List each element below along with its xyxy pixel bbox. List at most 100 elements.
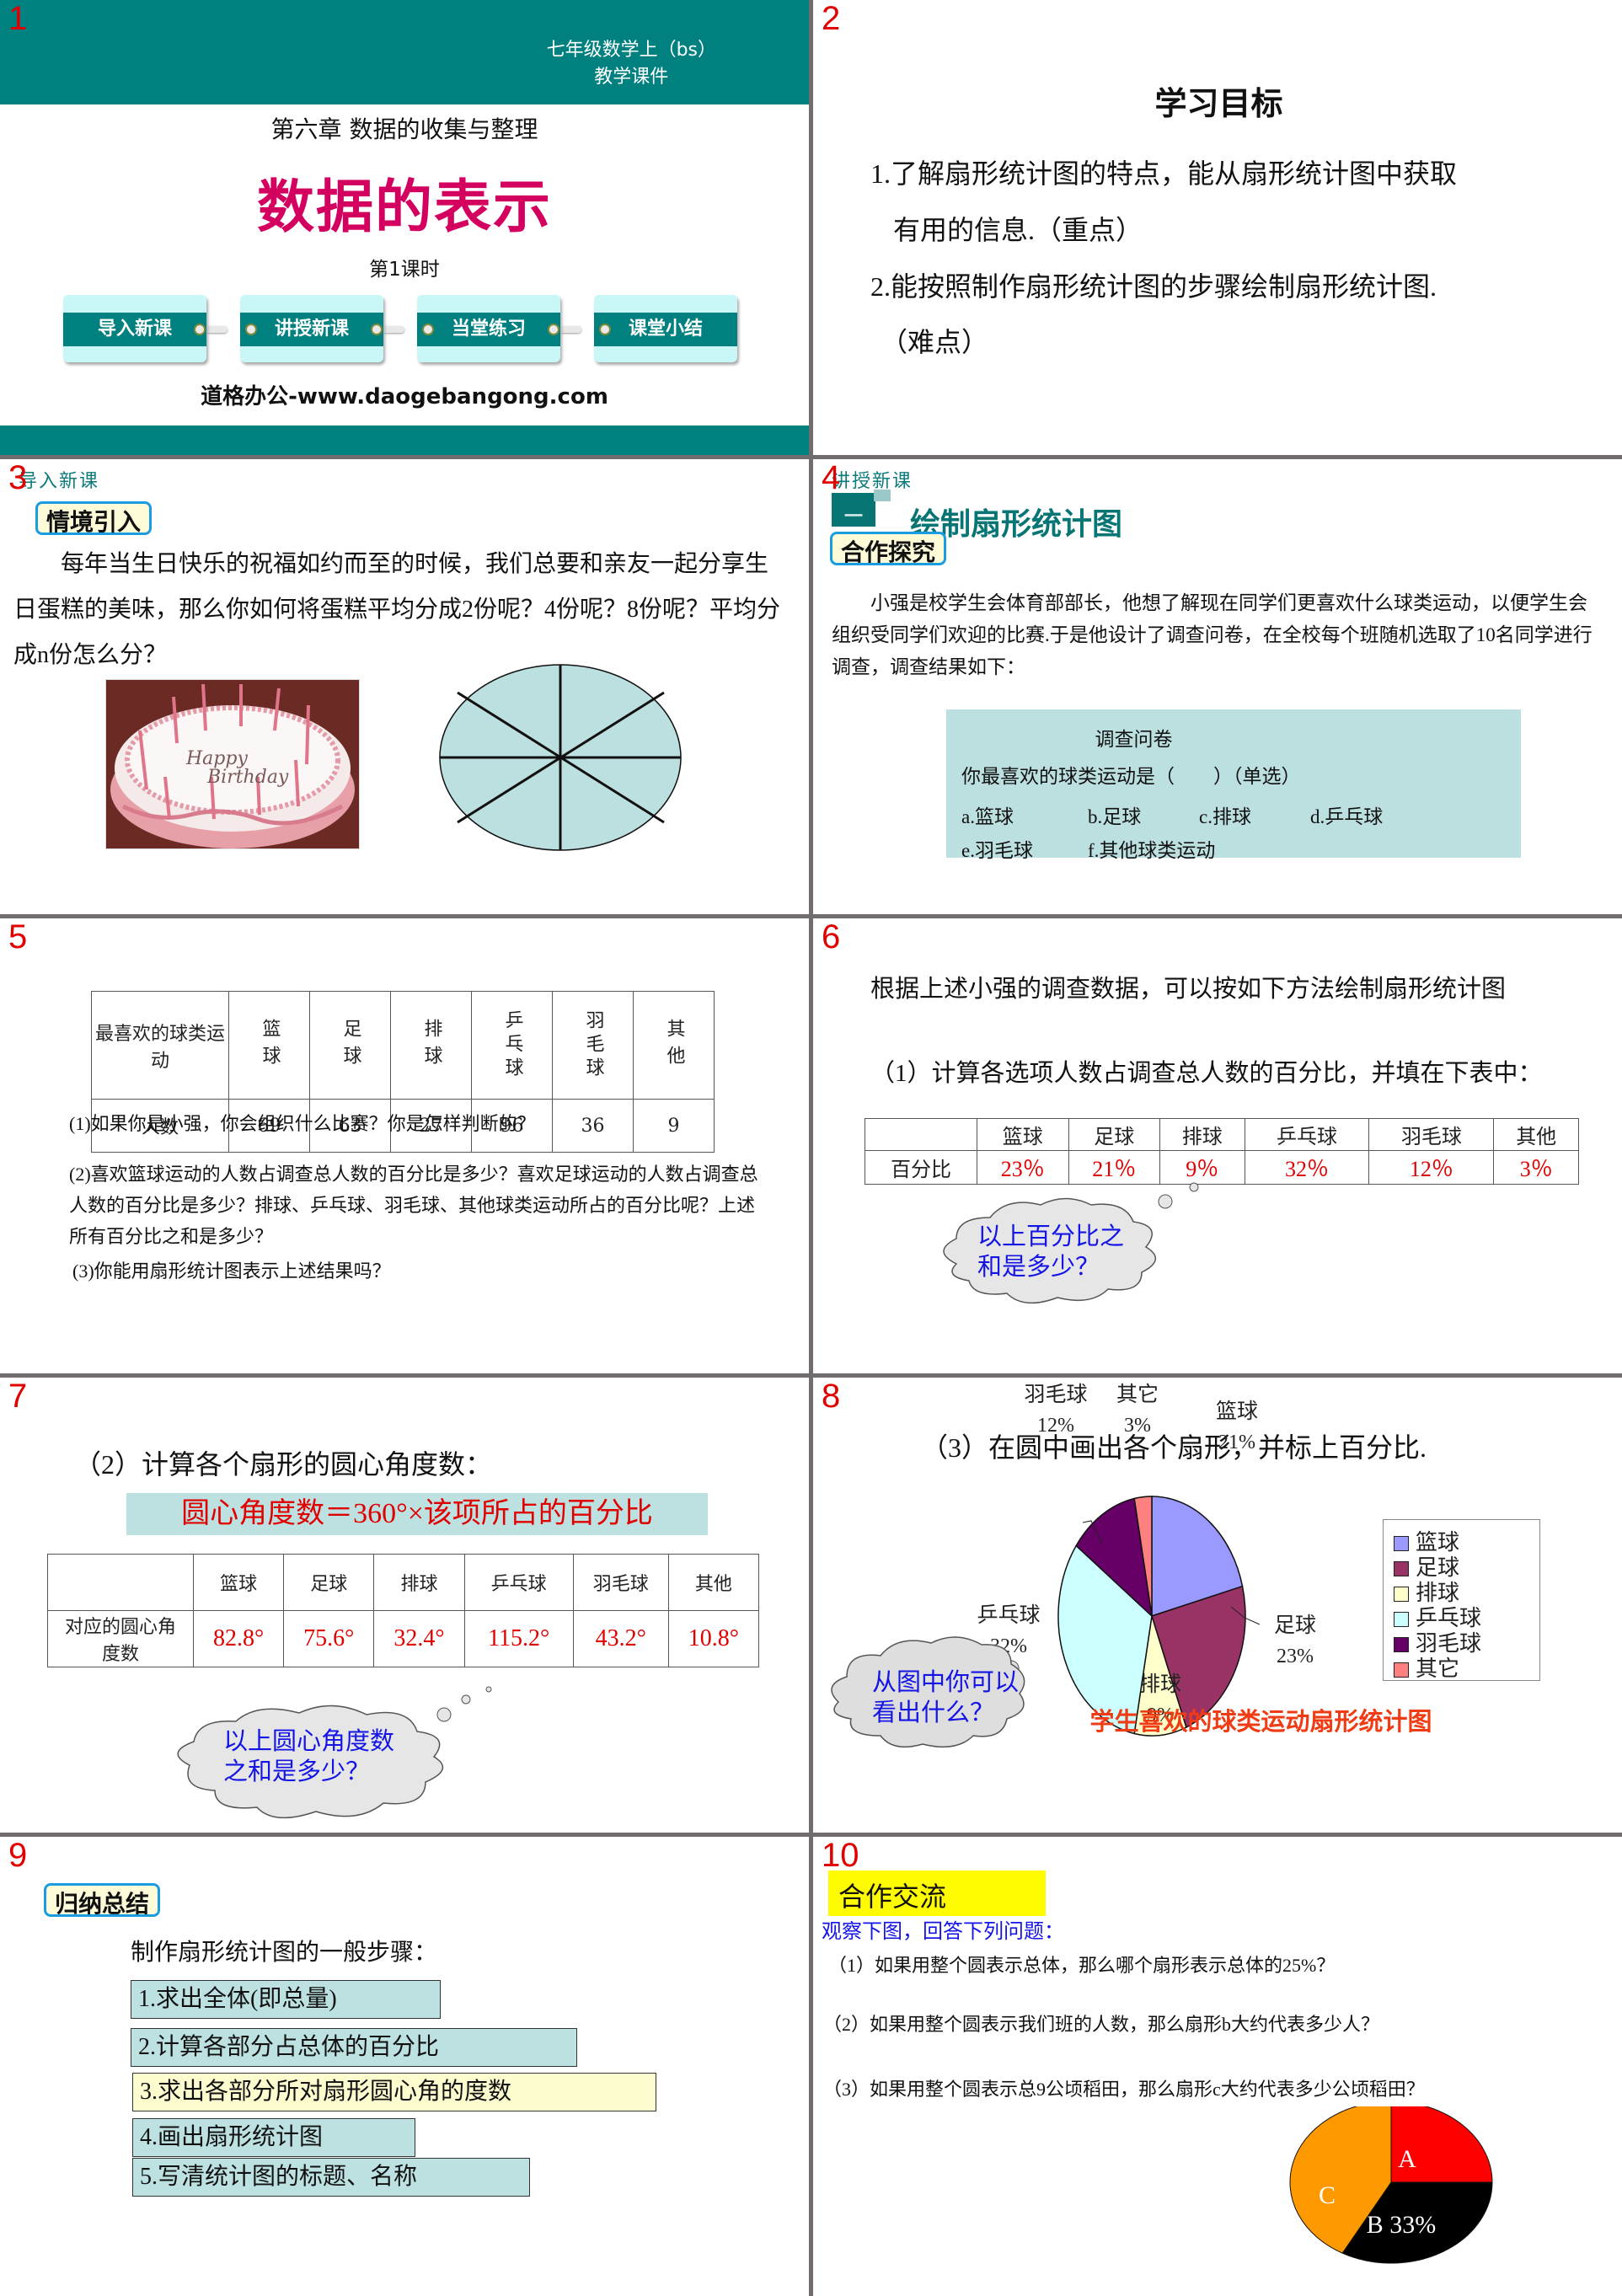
pie-chart-abc: A B 33% C: [1289, 2106, 1493, 2264]
table-header-cell: 篮球: [977, 1118, 1069, 1151]
nav-button-teach[interactable]: 讲授新课: [240, 295, 383, 362]
lesson-title: 数据的表示: [256, 174, 552, 241]
survey-question: 你最喜欢的球类运动是（ ）（单选）: [961, 766, 1301, 787]
thought-cloud: 从图中你可以 看出什么？: [822, 1618, 1091, 1769]
legend-swatch: [1394, 1612, 1409, 1627]
slide-7[interactable]: 7 （2）计算各个扇形的圆心角度数： 圆心角度数＝360°×该项所占的百分比 篮…: [0, 1378, 809, 1833]
legend-swatch: [1394, 1587, 1409, 1602]
step-item: 2.计算各部分占总体的百分比: [131, 2028, 577, 2067]
percent-cell: 32％: [1244, 1150, 1370, 1185]
slide-1[interactable]: 1 七年级数学上（bs） 教学课件 第六章 数据的收集与整理 数据的表示 第1课…: [0, 0, 809, 455]
pie-category-label: 其它: [1116, 1382, 1159, 1406]
slide-6[interactable]: 6 根据上述小强的调查数据，可以按如下方法绘制扇形统计图 （1）计算各选项人数占…: [813, 918, 1622, 1373]
divided-circle-diagram: [439, 664, 682, 851]
step-item: 5.写清统计图的标题、名称: [132, 2158, 530, 2197]
slide-number: 8: [822, 1378, 841, 1415]
legend-swatch: [1394, 1561, 1409, 1576]
slide-number: 7: [8, 1378, 28, 1415]
slide-number: 3: [8, 459, 28, 496]
thought-cloud: 以上百分比之 和是多少？: [931, 1171, 1218, 1323]
birthday-cake-image: Happy Birthday: [105, 679, 360, 849]
angle-cell: 32.4°: [373, 1610, 465, 1667]
pie-category-label: 篮球: [1216, 1399, 1258, 1423]
table-header-cell: 乒乓球: [463, 1554, 574, 1611]
question-3: （3）如果用整个圆表示总9公顷稻田，那么扇形c大约代表多少公顷稻田？: [823, 2079, 1425, 2100]
question-3: (3)你能用扇形统计图表示上述结果吗？: [72, 1260, 391, 1282]
connector-dot: [548, 324, 559, 335]
slide-9[interactable]: 9 归纳总结 制作扇形统计图的一般步骤： 1.求出全体(即总量) 2.计算各部分…: [0, 1837, 809, 2296]
step-line: （2）计算各个扇形的圆心角度数：: [74, 1449, 493, 1480]
pie-label: A: [1398, 2145, 1416, 2173]
nav-button-summary[interactable]: 课堂小结: [594, 295, 737, 362]
chart-legend: 篮球 足球 排球 乒乓球 羽毛球 其它: [1383, 1519, 1540, 1682]
survey-option: f.其他球类运动: [1088, 840, 1216, 861]
footer-band: [0, 425, 809, 455]
table-header-cell: 其他: [1493, 1118, 1579, 1151]
slide-number: 4: [822, 459, 841, 496]
slide-number: 5: [8, 918, 28, 955]
slide-8[interactable]: 8 （3）在圆中画出各个扇形，并标上百分比. 篮球 21% 足球 23% 排球 9% 乒乓球…: [813, 1378, 1622, 1833]
chart-title: 学生喜欢的球类运动扇形统计图: [1089, 1707, 1432, 1736]
angle-cell: 43.2°: [572, 1610, 669, 1667]
survey-option: a.篮球: [961, 806, 1014, 827]
survey-title: 调查问卷: [1095, 729, 1173, 750]
section-heading: 合作交流: [828, 1871, 1046, 1916]
nav-button-intro[interactable]: 导入新课: [63, 295, 206, 362]
connector-dot: [194, 324, 206, 335]
slide-5[interactable]: 5 最喜欢的球类运动 篮球 足球 排球 乒乓球 羽毛球 其他 人数 69 63 …: [0, 918, 809, 1373]
table-header-cell: 篮球: [192, 1554, 285, 1611]
pie-percent-label: 3%: [1124, 1415, 1151, 1437]
table-header-cell: 排球: [1159, 1118, 1245, 1151]
slide-4[interactable]: 4 讲授新课 一 绘制扇形统计图 合作探究 小强是校学生会体育部部长，他想了解现…: [813, 459, 1622, 914]
slide-number: 10: [822, 1837, 859, 1874]
table-header-cell: 其他: [633, 991, 715, 1100]
survey-option: b.足球: [1088, 806, 1142, 827]
grade-label: 七年级数学上（bs） 教学课件: [547, 37, 716, 91]
tag-label: 情境引入: [35, 501, 153, 536]
tag-label: 归纳总结: [44, 1883, 161, 1918]
cloud-text-line2: 之和是多少？: [223, 1757, 371, 1785]
connector-dot: [422, 324, 434, 335]
survey-option: c.排球: [1199, 806, 1251, 827]
angle-cell: 82.8°: [192, 1610, 285, 1667]
slide-10[interactable]: 10 合作交流 观察下图，回答下列问题： （1）如果用整个圆表示总体，那么哪个扇…: [813, 1837, 1622, 2296]
cake-text: Birthday: [206, 767, 289, 788]
cloud-text-line2: 和是多少？: [977, 1252, 1100, 1281]
percent-cell: 3％: [1493, 1150, 1579, 1185]
slide-3[interactable]: 3 导入新课 情境引入 每年当生日快乐的祝福如约而至的时候，我们总要和亲友一起分…: [0, 459, 809, 914]
table-header-row: 最喜欢的球类运动 篮球 足球 排球 乒乓球 羽毛球 其他: [91, 991, 715, 1100]
cloud-text-line1: 以上百分比之: [977, 1222, 1125, 1250]
question-2: （2）如果用整个圆表示我们班的人数，那么扇形b大约代表多少人？: [823, 2014, 1380, 2035]
goal-2-cont: （难点）: [881, 327, 989, 357]
step-item-highlighted: 3.求出各部分所对扇形圆心角的度数: [132, 2073, 656, 2111]
table-header-cell: 羽毛球: [572, 1554, 669, 1611]
step-line: （1）计算各选项人数占调查总人数的百分比，并填在下表中：: [870, 1060, 1543, 1087]
nav-button-practice[interactable]: 当堂练习: [417, 295, 560, 362]
connector-dot: [599, 324, 611, 335]
question-1: (1)如果你是小强，你会组织什么比赛？你是怎样判断的？: [69, 1113, 536, 1134]
pie-category-label: 排球: [1139, 1672, 1181, 1696]
table-header-cell: 乒乓球: [471, 991, 553, 1100]
pie-category-label: 足球: [1274, 1613, 1316, 1637]
intro-paragraph: 小强是校学生会体育部部长，他想了解现在同学们更喜欢什么球类运动，以便学生会组织受…: [832, 592, 1593, 677]
instruction-line: 根据上述小强的调查数据，可以按如下方法绘制扇形统计图: [870, 976, 1507, 1003]
angle-cell: 10.8°: [667, 1610, 760, 1667]
section-number: 一: [843, 506, 863, 527]
slide-2[interactable]: 2 学习目标 1.了解扇形统计图的特点，能从扇形统计图中获取 有用的信息.（重点…: [813, 0, 1622, 455]
slide-number: 2: [822, 0, 841, 37]
pie-percent-label: 12%: [1037, 1415, 1074, 1437]
legend-swatch: [1394, 1536, 1409, 1551]
grade-line2: 教学课件: [594, 67, 669, 88]
lesson-period: 第1课时: [369, 259, 440, 281]
section-crumb: 导入新课: [19, 471, 100, 492]
table-row: 对应的圆心角度数 82.8° 75.6° 32.4° 115.2° 43.2° …: [47, 1610, 760, 1667]
step-item: 4.画出扇形统计图: [132, 2118, 415, 2157]
pie-category-label: 羽毛球: [1024, 1382, 1087, 1406]
pie-percent-label: 23%: [1277, 1646, 1314, 1667]
table-header-cell: 羽毛球: [552, 991, 634, 1100]
site-watermark: 道格办公-www.daogebangong.com: [201, 384, 608, 409]
row-label: 对应的圆心角度数: [47, 1610, 194, 1667]
nav-label: 课堂小结: [594, 313, 737, 346]
nav-row: 导入新课 讲授新课 当堂练习 课堂小结: [34, 295, 758, 362]
table-header-cell: [865, 1118, 977, 1151]
